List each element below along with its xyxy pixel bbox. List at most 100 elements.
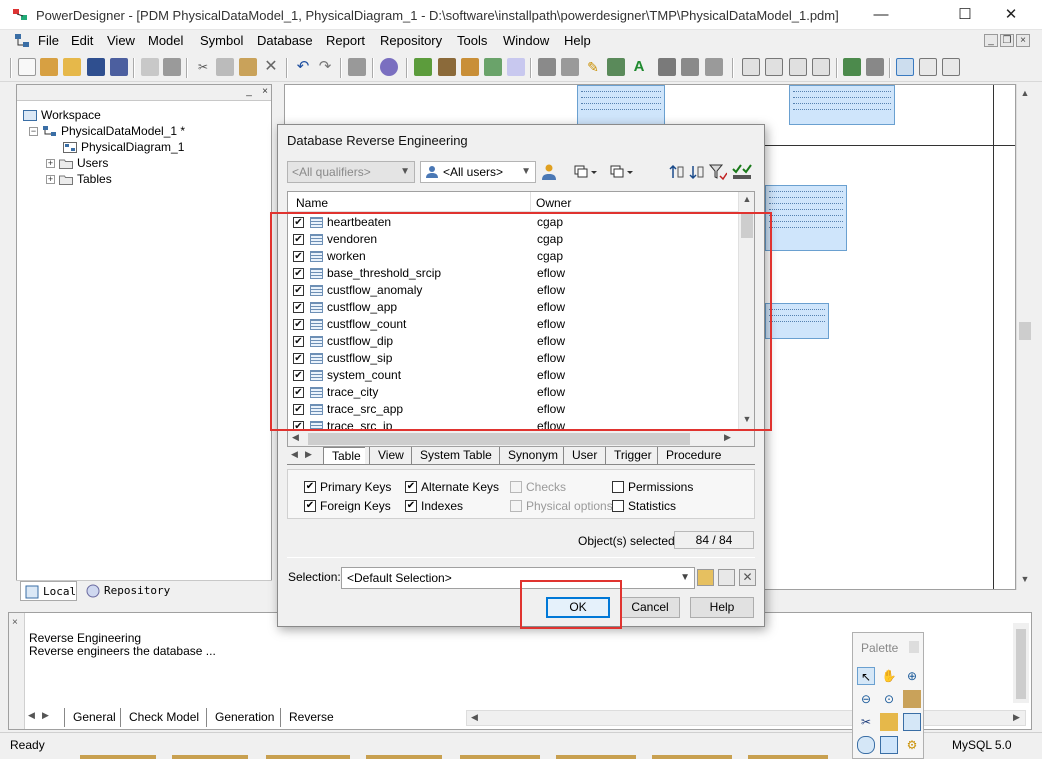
pointer-icon[interactable]: ↖ <box>857 667 875 685</box>
expand-users-icon[interactable]: + <box>46 159 55 168</box>
menu-report[interactable]: Report <box>326 33 365 48</box>
list-scroll-down-icon[interactable]: ▼ <box>739 414 754 424</box>
table-row[interactable]: ✔ trace_city eflow <box>288 384 738 401</box>
tab-view[interactable]: View <box>369 447 408 464</box>
mdi-restore-icon[interactable]: ❐ <box>1000 34 1014 47</box>
tab-generation[interactable]: Generation <box>206 708 278 727</box>
tab-scroll-right-icon[interactable]: ▶ <box>42 710 49 721</box>
minimize-button[interactable]: — <box>858 0 904 30</box>
tab-reverse[interactable]: Reverse <box>280 708 338 727</box>
line-style-icon[interactable] <box>607 58 625 76</box>
row-checkbox[interactable]: ✔ <box>293 234 304 245</box>
ok-button[interactable]: OK <box>546 597 610 618</box>
tab-synonym[interactable]: Synonym <box>499 447 562 464</box>
view-1-icon[interactable] <box>742 58 760 76</box>
tab-scroll-left-icon[interactable]: ◀ <box>28 710 35 721</box>
view-tool-icon[interactable] <box>857 736 875 754</box>
font-icon[interactable]: A <box>630 58 648 76</box>
package-icon[interactable] <box>880 713 898 731</box>
mdi-minimize-icon[interactable]: _ <box>984 34 998 47</box>
tab-trigger[interactable]: Trigger <box>605 447 656 464</box>
filter-check-icon[interactable] <box>731 163 752 181</box>
maximize-button[interactable]: ☐ <box>942 0 988 30</box>
arrow-right-icon[interactable] <box>705 58 723 76</box>
table-row[interactable]: ✔ base_threshold_srcip eflow <box>288 265 738 282</box>
list-scroll-right-icon[interactable]: ▶ <box>724 432 731 443</box>
table-row[interactable]: ✔ custflow_sip eflow <box>288 350 738 367</box>
output-close-icon[interactable]: × <box>12 617 18 628</box>
statistics-checkbox[interactable]: Statistics <box>612 499 676 513</box>
row-checkbox[interactable]: ✔ <box>293 404 304 415</box>
menu-model[interactable]: Model <box>148 33 183 48</box>
align-icon[interactable] <box>658 58 676 76</box>
list-horizontal-scrollbar[interactable]: ◀ ▶ <box>288 430 754 446</box>
row-checkbox[interactable]: ✔ <box>293 217 304 228</box>
properties-icon[interactable] <box>348 58 366 76</box>
arrow-left-icon[interactable] <box>681 58 699 76</box>
obj-tab-right-icon[interactable]: ▶ <box>305 449 312 460</box>
checkbox[interactable] <box>612 500 624 512</box>
menu-repository[interactable]: Repository <box>380 33 442 48</box>
diagram-table[interactable] <box>765 185 847 251</box>
checkbox[interactable]: ✔ <box>304 481 316 493</box>
list-vertical-scrollbar[interactable]: ▲ ▼ <box>738 192 754 430</box>
repository-icon[interactable] <box>380 58 398 76</box>
grabber-hand-icon[interactable]: ✋ <box>880 667 898 685</box>
list-scroll-left-icon[interactable]: ◀ <box>292 432 299 443</box>
tab-user[interactable]: User <box>563 447 601 464</box>
pen-icon[interactable]: ✎ <box>584 58 602 76</box>
zoom-in-icon[interactable]: ⊕ <box>903 667 921 685</box>
zoom-out-icon[interactable]: ⊖ <box>857 690 875 708</box>
print-preview-icon[interactable] <box>141 58 159 76</box>
view-3-icon[interactable] <box>789 58 807 76</box>
update-icon[interactable] <box>484 58 502 76</box>
browser-toggle-icon[interactable] <box>896 58 914 76</box>
delete-icon[interactable]: ✕ <box>262 58 280 76</box>
table-tool-icon[interactable] <box>903 713 921 731</box>
copy-icon[interactable] <box>216 58 234 76</box>
save-icon[interactable] <box>87 58 105 76</box>
hscroll-right-icon[interactable]: ▶ <box>1013 712 1020 723</box>
palette-close-icon[interactable] <box>909 641 919 653</box>
table-row[interactable]: ✔ worken cgap <box>288 248 738 265</box>
scroll-down-icon[interactable]: ▼ <box>1017 574 1033 584</box>
select-user-icon[interactable] <box>540 163 558 181</box>
entity-icon[interactable] <box>843 58 861 76</box>
tab-system-table[interactable]: System Table <box>411 447 496 464</box>
tree-tables[interactable]: Tables <box>59 171 112 187</box>
mdi-close-icon[interactable]: × <box>1016 34 1030 47</box>
primary-keys-checkbox[interactable]: ✔ Primary Keys <box>304 480 391 494</box>
filter-icon[interactable] <box>708 163 728 181</box>
selection-select[interactable]: <Default Selection> ▼ <box>341 567 695 589</box>
checkbox[interactable]: ✔ <box>405 500 417 512</box>
report-icon[interactable] <box>507 58 525 76</box>
column-name-header[interactable]: Name <box>296 196 328 210</box>
reference-tool-icon[interactable] <box>880 736 898 754</box>
hscroll-left-icon[interactable]: ◀ <box>471 712 478 723</box>
row-checkbox[interactable]: ✔ <box>293 268 304 279</box>
symbol-format-icon[interactable] <box>538 58 556 76</box>
tree-diagram[interactable]: PhysicalDiagram_1 <box>63 139 185 155</box>
open-selection-icon[interactable] <box>697 569 714 586</box>
close-button[interactable]: ✕ <box>988 0 1034 30</box>
undo-icon[interactable]: ↶ <box>294 58 312 76</box>
menu-file[interactable]: File <box>38 33 59 48</box>
object-list[interactable]: Name Owner ✔ heartbeaten cgap ✔ vendoren cgap… <box>287 191 755 447</box>
zoom-fit-icon[interactable]: ⊙ <box>880 690 898 708</box>
row-checkbox[interactable]: ✔ <box>293 353 304 364</box>
select-all-dropdown-icon[interactable] <box>574 163 597 181</box>
row-checkbox[interactable]: ✔ <box>293 302 304 313</box>
diagram-table[interactable] <box>765 303 829 339</box>
tab-local[interactable]: Local <box>20 581 78 601</box>
table-row[interactable]: ✔ system_count eflow <box>288 367 738 384</box>
column-owner-header[interactable]: Owner <box>536 196 571 210</box>
browser-minimize-icon[interactable]: _ <box>243 86 255 98</box>
table-row[interactable]: ✔ trace_src_app eflow <box>288 401 738 418</box>
permissions-checkbox[interactable]: Permissions <box>612 480 693 494</box>
browser-close-icon[interactable]: × <box>259 86 271 98</box>
list-hscroll-thumb[interactable] <box>308 433 690 445</box>
menu-tools[interactable]: Tools <box>457 33 487 48</box>
open-package-icon[interactable] <box>903 690 921 708</box>
diagram-table[interactable] <box>789 85 895 125</box>
view-4-icon[interactable] <box>812 58 830 76</box>
